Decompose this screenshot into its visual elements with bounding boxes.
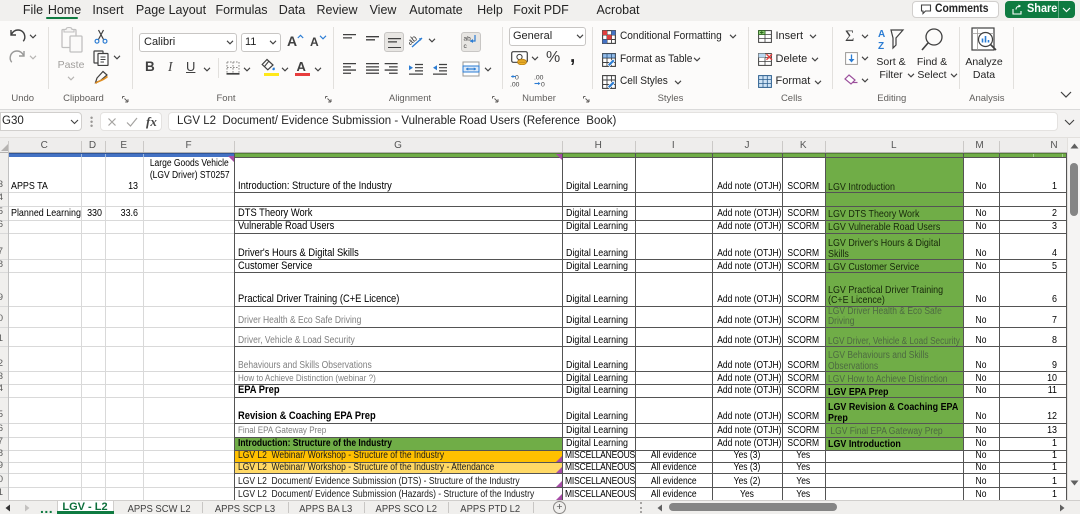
svg-text:.00: .00 — [510, 82, 520, 88]
svg-text:Z: Z — [878, 41, 884, 52]
svg-text:c: c — [464, 43, 468, 49]
svg-text:0: 0 — [541, 82, 545, 88]
svg-text:0: 0 — [515, 75, 519, 82]
svg-text:ab: ab — [464, 36, 472, 43]
svg-text:.00: .00 — [534, 75, 544, 82]
svg-text:A: A — [878, 29, 885, 40]
